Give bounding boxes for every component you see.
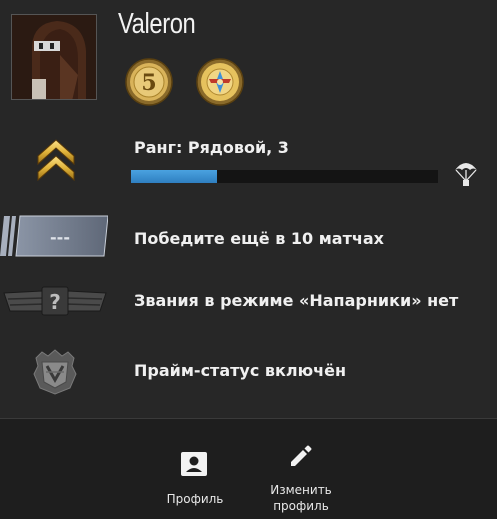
xp-progress-fill: [131, 170, 217, 183]
operation-coin-icon[interactable]: [195, 57, 245, 107]
profile-card-icon: [181, 452, 207, 476]
wingman-rank-row: ? Звания в режиме «Напарники» нет: [0, 279, 497, 323]
wins-needed-text: Победите ещё в 10 матчах: [134, 229, 384, 248]
avatar[interactable]: [11, 14, 97, 100]
rank-row: Ранг: Рядовой, 3: [0, 128, 497, 198]
placeholder-rank-text: ---: [50, 228, 70, 247]
player-avatar-icon: [12, 15, 96, 99]
edit-profile-button-label: Изменить профиль: [270, 483, 332, 513]
profile-button[interactable]: Профиль: [150, 419, 240, 507]
profile-header: Valeron 5: [0, 0, 497, 112]
username: Valeron: [118, 8, 196, 40]
prime-status-text: Прайм-статус включён: [134, 361, 347, 380]
prime-badge-icon: [33, 349, 77, 395]
svg-text:?: ?: [49, 290, 61, 314]
xp-progress-bar: [131, 170, 438, 183]
service-medal-5-icon[interactable]: 5: [124, 57, 174, 107]
rank-label: Ранг: Рядовой, 3: [134, 138, 289, 157]
parachute-icon[interactable]: [453, 158, 479, 188]
footer-bar: Профиль Изменить профиль: [0, 418, 497, 519]
edit-profile-button[interactable]: Изменить профиль: [250, 419, 352, 514]
competitive-rank-row: --- Победите ещё в 10 матчах: [0, 210, 497, 266]
wingman-rank-text: Звания в режиме «Напарники» нет: [134, 291, 459, 310]
wingman-unknown-rank-icon: ?: [3, 286, 107, 316]
svg-text:5: 5: [141, 70, 156, 96]
prime-status-row: Прайм-статус включён: [0, 342, 497, 400]
pencil-icon: [291, 445, 312, 466]
skill-group-placeholder-icon: ---: [0, 215, 108, 257]
profile-button-label: Профиль: [166, 492, 224, 506]
rank-chevron-icon: [37, 139, 75, 182]
